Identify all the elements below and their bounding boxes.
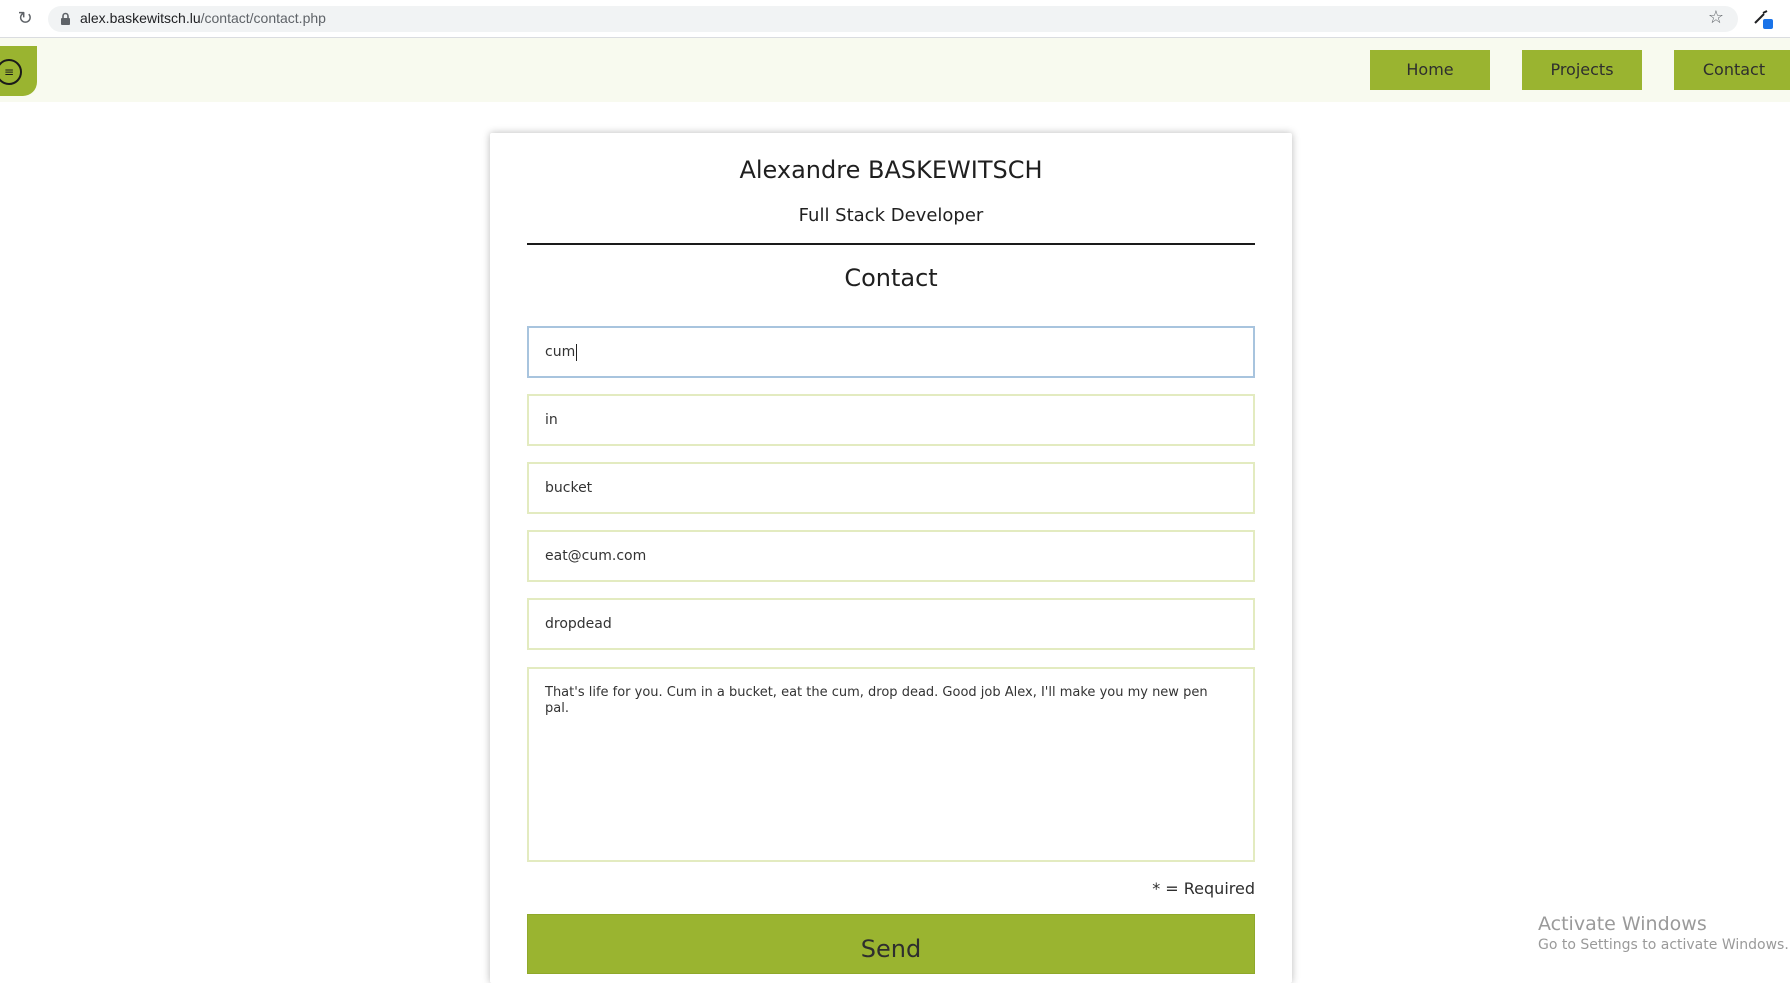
menu-icon: ≡ bbox=[0, 59, 22, 85]
menu-toggle-button[interactable]: ≡ bbox=[0, 46, 37, 96]
nav-home-button[interactable]: Home bbox=[1370, 50, 1490, 90]
bookmark-star-icon[interactable]: ☆ bbox=[1708, 7, 1724, 28]
url-domain: alex.baskewitsch.lu bbox=[80, 10, 201, 26]
company-field[interactable]: bucket bbox=[527, 462, 1255, 514]
contact-heading: Contact bbox=[844, 264, 938, 292]
reload-icon[interactable]: ↻ bbox=[14, 8, 36, 30]
nav-projects-button[interactable]: Projects bbox=[1522, 50, 1642, 90]
email-value: eat@cum.com bbox=[545, 548, 647, 564]
email-field[interactable]: eat@cum.com bbox=[527, 530, 1255, 582]
owner-name: Alexandre BASKEWITSCH bbox=[739, 156, 1043, 184]
url-text: alex.baskewitsch.lu/contact/contact.php bbox=[80, 10, 326, 26]
browser-toolbar: ↻ alex.baskewitsch.lu/contact/contact.ph… bbox=[0, 0, 1790, 38]
required-note: * = Required bbox=[1152, 879, 1255, 898]
text-caret bbox=[576, 343, 578, 361]
address-bar[interactable]: alex.baskewitsch.lu/contact/contact.php … bbox=[48, 6, 1738, 32]
url-path: /contact/contact.php bbox=[200, 10, 326, 26]
owner-role: Full Stack Developer bbox=[798, 205, 984, 226]
subject-value: dropdead bbox=[545, 616, 612, 632]
nav-contact-button[interactable]: Contact bbox=[1674, 50, 1790, 90]
activate-windows-watermark: Activate Windows Go to Settings to activ… bbox=[1538, 912, 1789, 954]
divider bbox=[527, 243, 1255, 245]
first-name-value: cum bbox=[545, 344, 576, 360]
lock-icon bbox=[61, 12, 70, 25]
contact-card: Alexandre BASKEWITSCH Full Stack Develop… bbox=[490, 133, 1292, 983]
watermark-title: Activate Windows bbox=[1538, 913, 1707, 935]
last-name-value: in bbox=[545, 412, 558, 428]
message-value: That's life for you. Cum in a bucket, ea… bbox=[545, 685, 1208, 716]
message-textarea[interactable]: That's life for you. Cum in a bucket, ea… bbox=[527, 667, 1255, 862]
extension-icon[interactable] bbox=[1752, 8, 1774, 30]
company-value: bucket bbox=[545, 480, 593, 496]
last-name-field[interactable]: in bbox=[527, 394, 1255, 446]
subject-field[interactable]: dropdead bbox=[527, 598, 1255, 650]
send-button[interactable]: Send bbox=[527, 914, 1255, 974]
first-name-field[interactable]: cum bbox=[527, 326, 1255, 378]
site-navbar: ≡ Home Projects Contact bbox=[0, 38, 1790, 102]
watermark-subtitle: Go to Settings to activate Windows. bbox=[1538, 937, 1789, 953]
